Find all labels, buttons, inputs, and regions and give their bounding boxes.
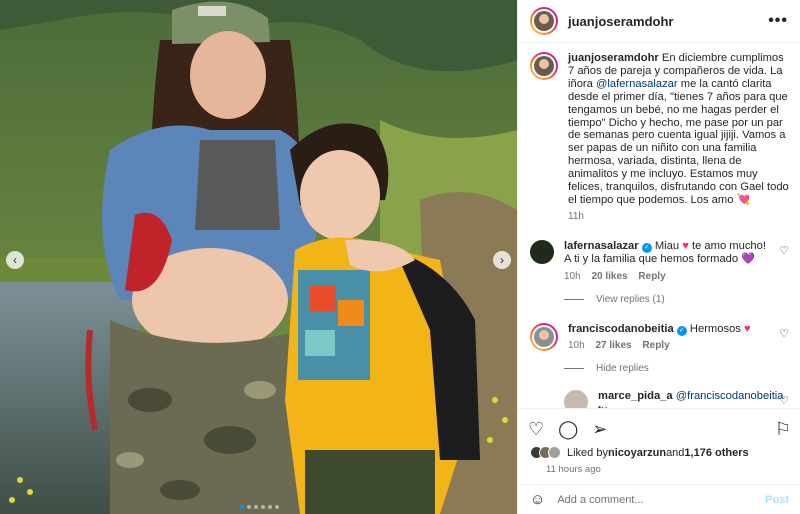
chevron-right-icon: › <box>500 253 504 267</box>
chevron-left-icon: ‹ <box>13 253 17 267</box>
caption-age: 11h <box>568 210 584 222</box>
replies-divider <box>564 368 584 370</box>
commenter-avatar[interactable] <box>530 239 554 264</box>
commenter-avatar[interactable] <box>530 322 558 351</box>
more-options-icon[interactable]: ••• <box>768 12 788 30</box>
carousel-next-button[interactable]: › <box>493 251 511 269</box>
add-comment-bar: ☺ Post <box>518 484 800 514</box>
verified-badge-icon: ✓ <box>676 325 687 336</box>
comment-part: Hermosos <box>686 322 744 335</box>
comment-age: 10h <box>564 270 581 282</box>
reply-button[interactable]: Reply <box>642 340 669 351</box>
comment-meta: 10h 20 likes Reply <box>564 271 771 282</box>
carousel-dot <box>240 505 244 509</box>
comments-list[interactable]: juanjoseramdohr En diciembre cumplimos 7… <box>518 44 800 408</box>
comment-age: 10h <box>568 340 585 352</box>
replier-username[interactable]: marce_pida_a <box>598 390 673 402</box>
comment-like-heart-icon[interactable]: ♡ <box>779 327 789 340</box>
reply-like-heart-icon[interactable]: ♡ <box>779 394 789 407</box>
comment-text: franciscodanobeitia ✓ Hermosos ♥ <box>568 323 771 337</box>
likes-prefix: Liked by <box>567 446 608 459</box>
comment-likes[interactable]: 20 likes <box>591 271 627 282</box>
purple-heart-emoji: 💜 <box>741 253 756 266</box>
comment-like-heart-icon[interactable]: ♡ <box>779 244 789 257</box>
liker-avatar <box>548 446 561 459</box>
action-bar: ♡ ◯ ➢ ⚐ <box>518 408 800 448</box>
carousel-dot <box>247 505 251 509</box>
liker-username[interactable]: nicoyarzun <box>608 447 666 459</box>
likes-others[interactable]: 1,176 others <box>684 447 748 459</box>
replier-avatar[interactable] <box>564 390 588 408</box>
view-replies-label: View replies (1) <box>596 293 665 305</box>
caption-mention-link[interactable]: @lafernasalazar <box>596 78 678 90</box>
carousel-prev-button[interactable]: ‹ <box>6 251 24 269</box>
post-comment-button[interactable]: Post <box>765 494 789 506</box>
liker-avatars <box>530 446 561 459</box>
verified-badge-icon: ✓ <box>641 242 652 253</box>
carousel-dot <box>261 505 265 509</box>
commenter-username[interactable]: franciscodanobeitia <box>568 323 674 335</box>
comment-item: lafernasalazar ✓ Miau ♥ te amo mucho! A … <box>530 239 789 282</box>
post-side-panel: juanjoseramdohr ••• juanjoseramdohr En d… <box>517 0 800 514</box>
post-timestamp: 11 hours ago <box>546 464 601 475</box>
carousel-dot <box>268 505 272 509</box>
comment-input[interactable] <box>557 493 766 506</box>
caption-meta: 11h <box>568 211 789 222</box>
author-avatar[interactable] <box>530 7 558 35</box>
photo-scene <box>0 0 517 514</box>
comment-item: franciscodanobeitia ✓ Hermosos ♥ 10h 27 … <box>530 322 789 351</box>
replies-divider <box>564 298 584 300</box>
reply-button[interactable]: Reply <box>638 271 665 282</box>
reply-mention-link[interactable]: @franciscodanobeitia <box>676 390 784 402</box>
caption-author-avatar[interactable] <box>530 52 558 80</box>
post-header: juanjoseramdohr ••• <box>518 0 800 43</box>
commenter-username[interactable]: lafernasalazar <box>564 240 639 252</box>
reply-text: marce_pida_a @franciscodanobeitia tu <box>598 390 789 408</box>
carousel-indicator <box>240 505 279 509</box>
author-username[interactable]: juanjoseramdohr <box>568 14 673 29</box>
heart-icon[interactable]: ♡ <box>528 420 544 438</box>
caption-author-username[interactable]: juanjoseramdohr <box>568 52 659 64</box>
likes-middle: and <box>666 446 685 459</box>
bookmark-icon[interactable]: ⚐ <box>775 420 791 438</box>
view-replies-button[interactable]: View replies (1) <box>564 294 789 305</box>
heart-emoji: 💘 <box>736 193 751 206</box>
hide-replies-button[interactable]: Hide replies <box>564 363 789 374</box>
post-photo[interactable]: ‹ › <box>0 0 517 514</box>
comment-meta: 10h 27 likes Reply <box>568 340 771 351</box>
reply-item: marce_pida_a @franciscodanobeitia tu ♡ <box>564 390 789 408</box>
hide-replies-label: Hide replies <box>596 363 649 375</box>
likes-summary[interactable]: Liked by nicoyarzun and 1,176 others <box>530 446 749 459</box>
post-caption: juanjoseramdohr En diciembre cumplimos 7… <box>530 52 789 222</box>
comment-icon[interactable]: ◯ <box>558 420 578 438</box>
emoji-icon[interactable]: ☺ <box>530 491 545 508</box>
comment-text: lafernasalazar ✓ Miau ♥ te amo mucho! A … <box>564 240 771 267</box>
carousel-dot <box>275 505 279 509</box>
caption-text: juanjoseramdohr En diciembre cumplimos 7… <box>568 52 789 207</box>
comment-likes[interactable]: 27 likes <box>595 340 631 351</box>
caption-part: me la cantó clarita desde el primer día,… <box>568 77 789 206</box>
heart-emoji: ♥ <box>682 239 689 252</box>
carousel-dot <box>254 505 258 509</box>
share-icon[interactable]: ➢ <box>592 420 607 438</box>
instagram-post: ‹ › juanjoseramdohr ••• juanjoseramdohr … <box>0 0 800 514</box>
comment-part: Miau <box>651 239 683 252</box>
heart-emoji: ♥ <box>744 322 751 335</box>
